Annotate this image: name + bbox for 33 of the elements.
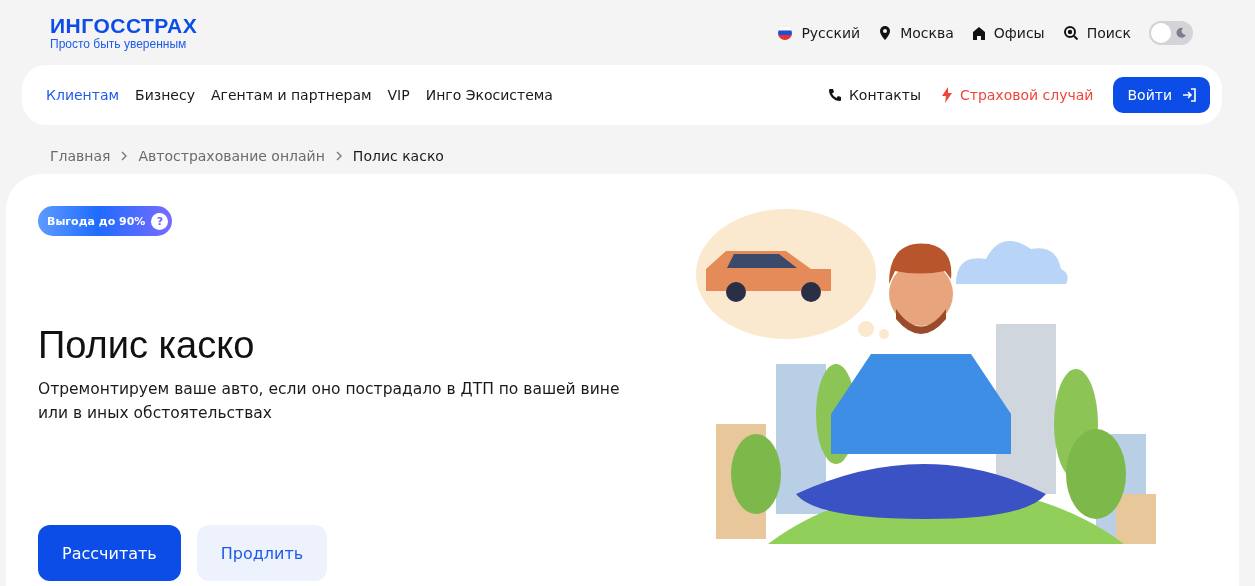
login-button[interactable]: Войти: [1113, 77, 1210, 113]
theme-toggle[interactable]: [1149, 21, 1193, 45]
insurance-case-link[interactable]: Страховой случай: [940, 87, 1094, 103]
calculate-button[interactable]: Рассчитать: [38, 525, 181, 581]
search-icon: [1062, 25, 1079, 41]
chevron-right-icon: [120, 151, 129, 161]
nav-link[interactable]: Бизнесу: [135, 87, 195, 103]
nav-link[interactable]: Клиентам: [46, 87, 120, 103]
chevron-right-icon: [334, 151, 343, 161]
help-icon[interactable]: ?: [151, 212, 169, 230]
logo[interactable]: ИНГОССТРАХ Просто быть уверенным: [50, 15, 198, 51]
page-title: Полис каско: [38, 324, 256, 367]
login-icon: [1182, 88, 1196, 102]
discount-badge: Выгода до 90% ?: [38, 206, 173, 236]
russian-flag-icon: [777, 25, 794, 41]
breadcrumb-current-page: Полис каско: [352, 148, 444, 164]
page-subtitle: Отремонтируем ваше авто, если оно пострадало в ДТП по вашей вине или в иных обстоятельствах: [38, 379, 621, 424]
location-pin-icon: [878, 25, 893, 41]
nav-link[interactable]: Инго Экосистема: [425, 87, 553, 103]
lightning-icon: [940, 87, 953, 103]
nav-link[interactable]: Агентам и партнерам: [210, 87, 372, 103]
top-link[interactable]: Москва: [878, 25, 954, 41]
top-link[interactable]: Поиск: [1062, 25, 1131, 41]
renew-button[interactable]: Продлить: [196, 525, 328, 581]
breadcrumb-link[interactable]: Автострахование онлайн: [138, 148, 325, 164]
nav-link[interactable]: VIP: [387, 87, 410, 103]
house-icon: [971, 25, 986, 41]
contacts-link[interactable]: Контакты: [827, 87, 921, 103]
top-link[interactable]: Русский: [777, 25, 861, 41]
breadcrumb-link[interactable]: Главная: [50, 148, 111, 164]
top-link[interactable]: Офисы: [971, 25, 1045, 41]
phone-icon: [827, 88, 842, 102]
moon-icon: [1175, 27, 1187, 39]
